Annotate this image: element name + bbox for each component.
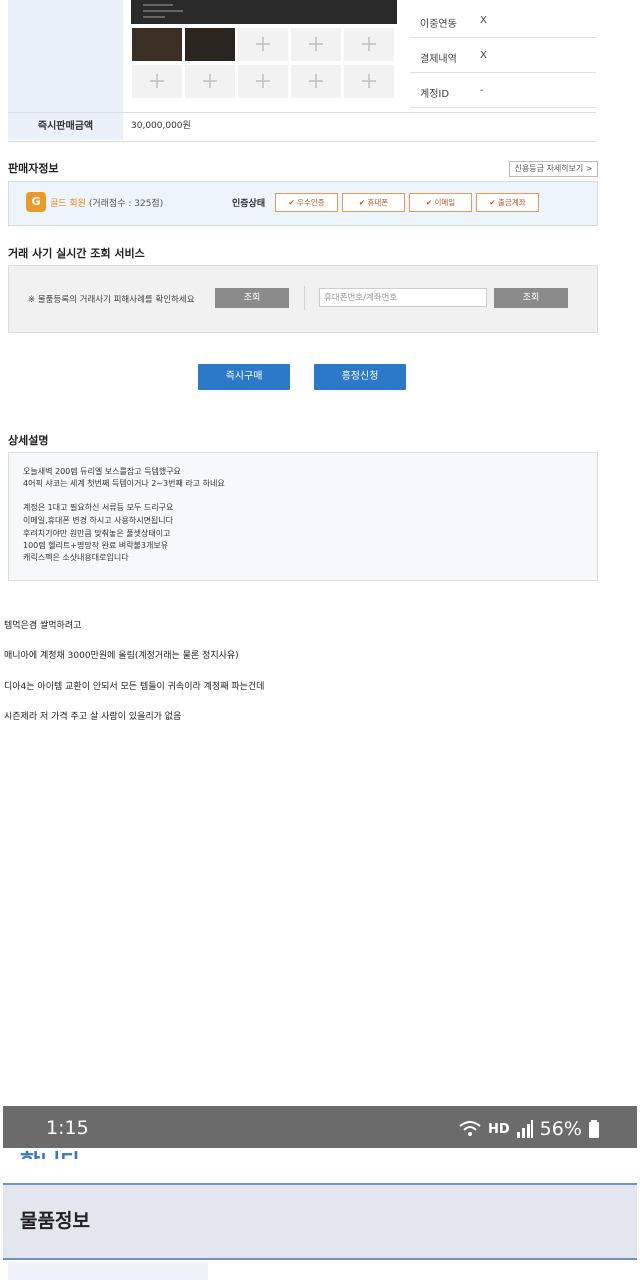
battery-percent: 56% — [539, 1118, 582, 1140]
cert-tag-email: ✔ 이메일 — [409, 193, 472, 212]
post-text-line: 디아4는 아이템 교환이 안되서 모든 템들이 귀속이라 계정째 파는건데 — [4, 682, 265, 692]
fraud-divider — [304, 286, 305, 310]
info-row-payment-history: 결제내역 X — [410, 38, 596, 73]
status-clock: 1:15 — [46, 1117, 89, 1139]
seller-score: (거래점수 : 325점) — [88, 199, 164, 209]
negotiate-button[interactable]: 흥정신청 — [314, 364, 406, 390]
product-image-sidebar — [8, 0, 123, 112]
thumbnail-empty-plus-icon[interactable]: + — [344, 28, 394, 61]
info-row-dual-link: 이중연동 X — [410, 3, 596, 38]
info-value: X — [480, 15, 487, 26]
thumbnail-1[interactable] — [132, 28, 182, 61]
goods-info-title: 물품정보 — [20, 1210, 90, 1232]
description-line: 이메일,휴대폰 변경 하시고 사용하시면됩니다 — [23, 516, 174, 525]
battery-icon — [588, 1120, 599, 1138]
description-line: 100렙 헬리트+명망작 완료 벼락불3개보유 — [23, 541, 169, 550]
thumbnail-empty-plus-icon[interactable]: + — [291, 65, 341, 98]
cert-tag-excellent: ✔ 우수인증 — [275, 193, 338, 212]
seller-section-title: 판매자정보 — [8, 162, 59, 175]
fraud-note: ※ 물품등록의 거래사기 피해사례를 확인하세요 — [28, 295, 195, 305]
cert-tag-phone: ✔ 휴대폰 — [342, 193, 405, 212]
info-key: 이중연동 — [420, 19, 457, 30]
thumbnail-empty-plus-icon[interactable]: + — [238, 28, 288, 61]
description-line: 계정은 1대고 필요하신 서류등 모두 드리구요 — [23, 503, 174, 512]
description-line: 오늘새벽 200렙 듀리엘 보스를잡고 득템했구요 — [23, 467, 181, 476]
description-line: 후려치기야만 원만큼 맞춰놓은 풀셋상태이고 — [23, 529, 171, 538]
phone-account-input[interactable]: 휴대폰번호/계좌번호 — [319, 288, 487, 307]
thumbnail-empty-plus-icon[interactable]: + — [238, 65, 288, 98]
goods-info-bar — [3, 1183, 637, 1260]
thumbnail-empty-plus-icon[interactable]: + — [132, 65, 182, 98]
cert-tag-account: ✔ 출금계좌 — [476, 193, 539, 212]
wifi-icon — [459, 1121, 481, 1136]
partial-heading-text: 합니다 — [20, 1145, 81, 1159]
cert-status-label: 인증상태 — [232, 199, 266, 209]
thumbnail-2[interactable] — [185, 28, 235, 61]
buy-now-button[interactable]: 즉시구매 — [198, 364, 290, 390]
info-key: 결제내역 — [420, 54, 457, 65]
signal-icon — [516, 1120, 533, 1138]
price-label: 즉시판매금액 — [8, 113, 123, 140]
status-icons: HD 56% — [458, 1118, 600, 1140]
info-value: X — [480, 50, 487, 61]
fraud-lookup-button-2[interactable]: 조회 — [494, 288, 568, 308]
seller-grade: 골드 회원 (거래점수 : 325점) — [50, 196, 163, 209]
post-text-line: 시즌제라 저 가격 주고 살 사람이 있을리가 없음 — [4, 712, 182, 722]
description-title: 상세설명 — [8, 434, 49, 447]
thumbnail-empty-plus-icon[interactable]: + — [185, 65, 235, 98]
bottom-tab-cell — [8, 1262, 208, 1280]
info-value: - — [480, 85, 484, 96]
post-text-line: 매니아에 계정채 3000만원에 올림(계정거래는 물론 정지사유) — [4, 651, 239, 661]
credit-detail-button[interactable]: 신용등급 자세히보기 > — [509, 161, 598, 177]
description-line: 캐릭스펙은 소샷내용대로입니다 — [23, 553, 129, 562]
hd-voice-icon: HD — [488, 1121, 510, 1137]
fraud-section-title: 거래 사기 실시간 조회 서비스 — [8, 247, 145, 260]
fraud-lookup-button-1[interactable]: 조회 — [215, 288, 289, 308]
price-value: 30,000,000원 — [131, 121, 191, 131]
thumbnail-empty-plus-icon[interactable]: + — [344, 65, 394, 98]
info-row-account-id: 계정ID - — [410, 73, 596, 108]
gold-member-icon: G — [26, 192, 46, 212]
seller-grade-label: 골드 회원 — [50, 199, 86, 209]
post-text-line: 템먹은겸 쌀먹하려고 — [4, 621, 82, 631]
info-key: 계정ID — [420, 89, 450, 100]
product-main-image[interactable] — [131, 0, 397, 24]
description-line: 4어픽 샤코는 세계 첫번째 득템이거나 2~3번째 라고 하네요 — [23, 479, 225, 488]
thumbnail-empty-plus-icon[interactable]: + — [291, 28, 341, 61]
